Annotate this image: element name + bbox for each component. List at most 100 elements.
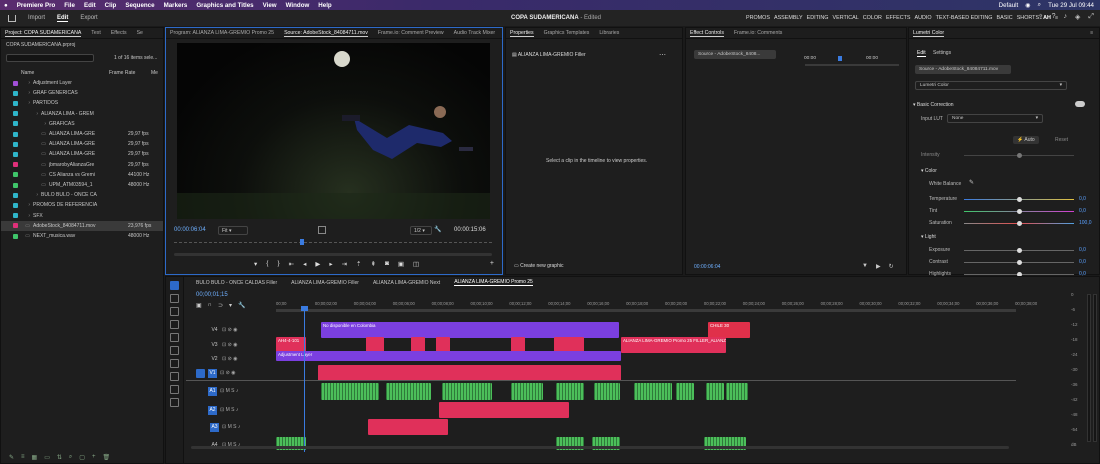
- timeline-zoom-scrollbar[interactable]: [191, 446, 1009, 449]
- track-header[interactable]: A1 ⊡ M S ♪: [186, 385, 238, 397]
- hand-tool[interactable]: [170, 372, 179, 381]
- audio-clip[interactable]: [556, 383, 584, 400]
- rectangle-tool[interactable]: [170, 359, 179, 368]
- timeline-playhead-head[interactable]: [301, 306, 308, 311]
- program-time-ruler[interactable]: [174, 242, 492, 245]
- go-to-in-icon[interactable]: ⇤: [289, 260, 294, 268]
- label-color-swatch[interactable]: [13, 131, 18, 137]
- track-toggle-icons[interactable]: ⊡ ⊘ ◉: [220, 370, 236, 376]
- filter-icon[interactable]: ▼: [862, 263, 868, 270]
- snap-icon[interactable]: ∩: [208, 302, 212, 309]
- zoom-scrollbar[interactable]: [174, 253, 492, 256]
- play-icon[interactable]: ▶: [315, 260, 320, 268]
- audio-clip[interactable]: [706, 383, 724, 400]
- project-item[interactable]: › GRAF GENERICAS: [1, 88, 163, 98]
- basic-correction-header[interactable]: ▾ Basic Correction: [913, 102, 954, 108]
- lumetri-tab-edit[interactable]: Edit: [917, 50, 926, 57]
- menu-help[interactable]: Help: [318, 2, 331, 9]
- panel-menu-icon[interactable]: ≡: [1090, 30, 1093, 36]
- label-color-swatch[interactable]: [13, 223, 18, 229]
- ws-shorts[interactable]: SHORTS: [1017, 15, 1039, 21]
- lumetri-param-value[interactable]: 0,0: [1079, 196, 1086, 202]
- ec-playhead[interactable]: [838, 56, 842, 61]
- track-header[interactable]: A2 ⊡ M S ♪: [186, 404, 238, 416]
- project-search-input[interactable]: [6, 54, 94, 62]
- lumetri-param-value[interactable]: 0,0: [1079, 259, 1086, 265]
- video-clip[interactable]: No disponible en Colombia: [321, 322, 619, 338]
- tab-frameio-comments[interactable]: Frame.io: Comments: [734, 30, 782, 36]
- project-item[interactable]: ▭ CS Alianza vs Gremi 44100 Hz: [1, 170, 163, 180]
- lift-icon[interactable]: ⇡: [356, 260, 361, 268]
- resolution-dropdown[interactable]: 1/2 ▾: [410, 226, 432, 235]
- video-clip[interactable]: CHILE 30: [708, 322, 750, 338]
- lumetri-param-value[interactable]: 0,0: [1079, 208, 1086, 214]
- label-color-swatch[interactable]: [13, 172, 18, 178]
- track-target[interactable]: [198, 423, 207, 432]
- selection-tool[interactable]: [170, 281, 179, 290]
- tab-text[interactable]: Text: [91, 30, 101, 36]
- seq-tab-promo[interactable]: ALIANZA LIMA-GREMIO Promo 25: [454, 279, 533, 286]
- time-ruler[interactable]: 00;00 00;00;02;00 00;00;04;00 00;00;06;00 00…: [276, 300, 1037, 310]
- lumetri-slider-knob[interactable]: [1017, 221, 1022, 226]
- track-toggle-icons[interactable]: ⊡ ⊘ ◉: [222, 342, 238, 348]
- label-color-swatch[interactable]: [13, 100, 18, 106]
- track-header[interactable]: V3 ⊡ ⊘ ◉: [186, 339, 238, 351]
- color-section-header[interactable]: ▾ Color: [921, 168, 937, 174]
- label-color-swatch[interactable]: [13, 121, 18, 127]
- track-target[interactable]: [196, 406, 205, 415]
- more-options-icon[interactable]: ⋯: [659, 51, 666, 59]
- lumetri-slider-knob[interactable]: [1017, 197, 1022, 202]
- intensity-slider[interactable]: [964, 153, 1074, 158]
- step-back-icon[interactable]: ◂: [303, 260, 306, 268]
- ws-editing[interactable]: EDITING: [807, 15, 829, 21]
- menu-app-name[interactable]: Premiere Pro: [17, 2, 56, 9]
- basic-correction-toggle[interactable]: [1075, 101, 1085, 107]
- tab-export[interactable]: Export: [80, 15, 97, 21]
- reset-button[interactable]: Reset: [1055, 137, 1068, 143]
- menu-window[interactable]: Window: [286, 2, 310, 9]
- track-header[interactable]: V1 ⊡ ⊘ ◉: [186, 367, 236, 379]
- track-target[interactable]: [196, 368, 205, 378]
- label-color-swatch[interactable]: [13, 151, 18, 157]
- track-header[interactable]: A4 ⊡ M S ♪: [186, 439, 240, 451]
- lumetri-slider-knob[interactable]: [1017, 248, 1022, 253]
- audio-clip[interactable]: [386, 383, 431, 400]
- ripple-edit-tool[interactable]: [170, 307, 179, 316]
- export-frame-icon[interactable]: ◙: [385, 260, 389, 268]
- track-toggle-icons[interactable]: ⊡ M S ♪: [222, 424, 240, 430]
- project-item[interactable]: › SFX: [1, 211, 163, 221]
- tab-properties[interactable]: Properties: [510, 30, 534, 37]
- track-header[interactable]: V4 ⊡ ⊘ ◉: [186, 324, 237, 336]
- track-target[interactable]: [198, 355, 207, 364]
- video-clip[interactable]: ALIANZA LIMA-GREMIO Promo 25 FILLER_ALIA…: [621, 337, 726, 353]
- icon-view-icon[interactable]: ▦: [32, 454, 38, 461]
- menu-edit[interactable]: Edit: [84, 2, 96, 9]
- tab-source[interactable]: Source: AdobeStock_84084711.mov: [284, 30, 368, 37]
- settings-icon[interactable]: 🔧: [434, 226, 441, 233]
- label-color-swatch[interactable]: [13, 202, 18, 208]
- ec-ruler[interactable]: [805, 64, 899, 66]
- work-area-bar[interactable]: [276, 310, 1016, 312]
- extract-icon[interactable]: ⇞: [371, 260, 376, 268]
- project-item[interactable]: ▭ AdobeStock_84084711.mov 23,976 fps: [1, 220, 163, 231]
- type-tool[interactable]: [170, 385, 179, 394]
- timeline-timecode[interactable]: 00;00;01;15: [196, 292, 228, 298]
- effect-source-dropdown[interactable]: Source - AdobeStock_8408...: [694, 50, 776, 59]
- audio-clip[interactable]: [634, 383, 672, 400]
- add-marker-icon[interactable]: ▾: [254, 260, 257, 268]
- auto-button[interactable]: ⚡ Auto: [1013, 136, 1039, 144]
- seq-tab-bulo[interactable]: BULO BULO - ONCE CALDAS Filler: [196, 280, 277, 286]
- track-target[interactable]: [198, 341, 207, 350]
- track-target[interactable]: [198, 326, 207, 335]
- safe-margins-icon[interactable]: [318, 226, 326, 234]
- step-forward-icon[interactable]: ▸: [329, 260, 332, 268]
- audio-clip[interactable]: [511, 383, 543, 400]
- project-item[interactable]: › GRAFICAS: [1, 119, 163, 129]
- caption-tool[interactable]: [170, 398, 179, 407]
- label-color-swatch[interactable]: [13, 213, 18, 219]
- track-select-tool[interactable]: [170, 294, 179, 303]
- pen-tool[interactable]: [170, 346, 179, 355]
- create-new-graphic-button[interactable]: ▭ Create new graphic: [514, 263, 563, 269]
- audio-clip[interactable]: [368, 419, 448, 435]
- tab-libraries[interactable]: Libraries: [599, 30, 619, 36]
